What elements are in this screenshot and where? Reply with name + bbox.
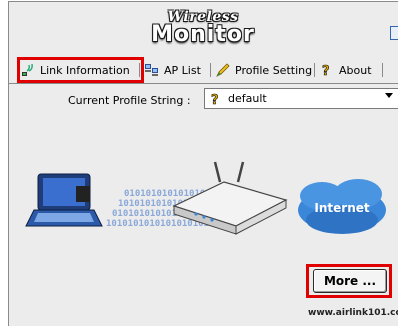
tab-label: About bbox=[339, 63, 372, 77]
footer-bar: www.airlink101.com bbox=[8, 302, 398, 326]
current-profile-label: Current Profile String : bbox=[68, 94, 191, 107]
tab-profile-setting[interactable]: Profile Setting bbox=[215, 60, 312, 80]
laptop-icon bbox=[25, 173, 103, 227]
tab-label: AP List bbox=[164, 63, 201, 77]
logo-line-monitor: Monitor bbox=[151, 22, 255, 47]
network-diagram: 0101010101010101010 1010101010101010101 … bbox=[25, 161, 386, 235]
profile-select-value: default bbox=[228, 92, 267, 105]
tab-label: Profile Setting bbox=[235, 63, 313, 77]
active-tab-highlight bbox=[17, 57, 144, 83]
cloud-label: Internet bbox=[314, 201, 369, 215]
footer-url[interactable]: www.airlink101.com bbox=[308, 308, 398, 318]
profile-select[interactable]: ? default bbox=[204, 88, 398, 109]
tab-about[interactable]: ? About bbox=[319, 60, 372, 80]
tab-ap-list[interactable]: AP List bbox=[144, 60, 201, 80]
question-key-icon: ? bbox=[322, 64, 330, 78]
more-button[interactable]: More ... bbox=[313, 269, 387, 293]
tab-divider bbox=[382, 63, 383, 77]
tab-divider bbox=[210, 63, 211, 77]
svg-text:?: ? bbox=[322, 64, 330, 78]
tab-underline bbox=[8, 83, 398, 84]
computers-icon bbox=[145, 64, 158, 76]
wireless-monitor-logo: Wireless Monitor bbox=[148, 10, 258, 50]
internet-cloud-icon: Internet bbox=[298, 179, 386, 234]
question-key-icon: ? bbox=[211, 92, 219, 106]
pencil-icon bbox=[216, 63, 230, 77]
svg-text:?: ? bbox=[211, 93, 219, 106]
window-corner-button[interactable] bbox=[390, 26, 398, 40]
tab-divider bbox=[314, 63, 315, 77]
chevron-down-icon[interactable] bbox=[385, 93, 393, 98]
